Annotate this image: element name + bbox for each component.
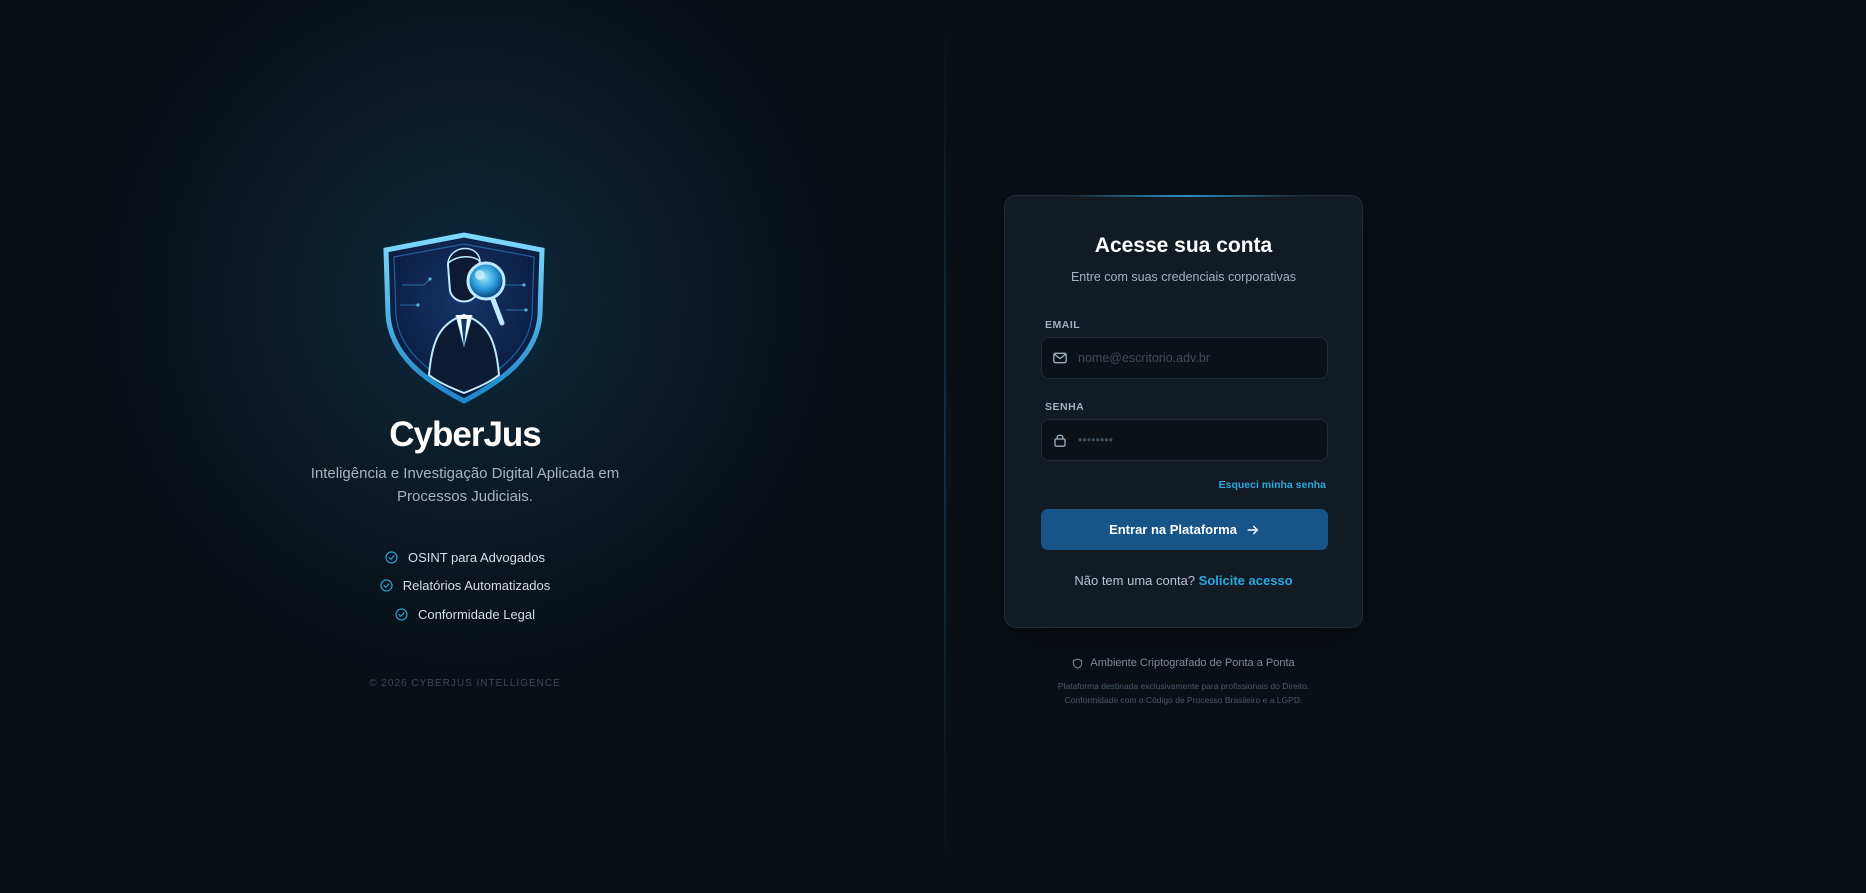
shield-outline-icon [1073,657,1083,669]
disclaimer-line: Plataforma destinada exclusivamente para… [1057,681,1310,691]
signup-prompt-text: Não tem uma conta? [1074,573,1196,588]
disclaimer-line: Conformidade com o Código de Processo Br… [1064,695,1303,705]
brand-tagline: Inteligência e Investigação Digital Apli… [310,465,620,505]
check-circle-icon [395,608,408,621]
feature-item: Relatórios Automatizados [265,572,665,601]
brand-logo [374,215,554,405]
login-subtitle: Entre com suas credenciais corporativas [1070,270,1297,284]
check-circle-icon [380,579,393,592]
email-label: EMAIL [1045,319,1081,331]
password-field-wrapper[interactable] [1041,419,1328,461]
legal-disclaimer: Plataforma destinada exclusivamente para… [1004,679,1363,707]
copyright-text: © 2026 CYBERJUS INTELLIGENCE [369,678,561,689]
request-access-link[interactable]: Solicite acesso [1199,573,1293,588]
feature-item: Conformidade Legal [265,600,665,629]
login-card: Acesse sua conta Entre com suas credenci… [1004,195,1363,628]
signup-prompt: Não tem uma conta? Solicite acesso [1005,573,1362,588]
arrow-right-icon [1247,525,1259,534]
shield-detective-magnifier-icon [383,232,545,404]
submit-button-label: Entrar na Plataforma [1109,522,1237,537]
check-circle-icon [385,551,398,564]
email-field[interactable] [1078,351,1327,365]
feature-item: OSINT para Advogados [265,543,665,572]
forgot-password-link[interactable]: Esqueci minha senha [1219,479,1326,491]
feature-label: Relatórios Automatizados [402,578,551,594]
email-field-wrapper[interactable] [1041,337,1328,379]
secure-label: Ambiente Criptografado de Ponta a Ponta [1090,657,1295,669]
lock-icon [1054,434,1066,447]
card-accent-line [1065,195,1305,197]
secure-notice: Ambiente Criptografado de Ponta a Ponta [1004,657,1363,669]
password-field[interactable] [1078,433,1327,447]
password-label: SENHA [1045,401,1085,413]
feature-label: OSINT para Advogados [407,549,546,565]
feature-list: OSINT para Advogados Relatórios Automati… [265,543,665,629]
feature-label: Conformidade Legal [417,606,536,622]
brand-name: CyberJus [389,415,542,454]
login-submit-button[interactable]: Entrar na Plataforma [1041,509,1328,550]
mail-icon [1053,352,1067,364]
login-title: Acesse sua conta [1094,234,1273,257]
